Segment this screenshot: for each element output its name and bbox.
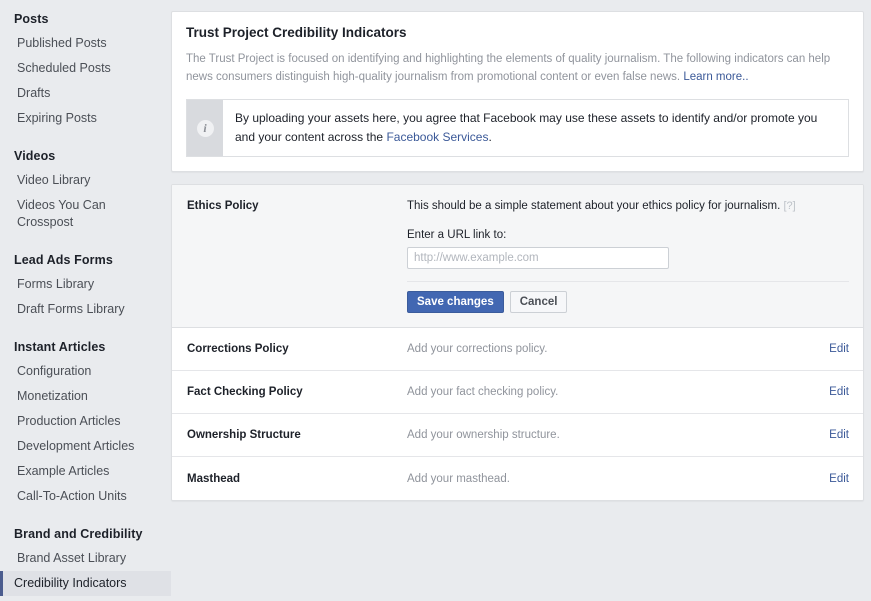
sidebar-item-published-posts[interactable]: Published Posts [0, 31, 171, 56]
row-label: Ownership Structure [187, 429, 301, 441]
save-changes-button[interactable]: Save changes [407, 291, 504, 313]
sidebar-item-production-articles[interactable]: Production Articles [0, 409, 171, 434]
sidebar-item-call-to-action-units[interactable]: Call-To-Action Units [0, 484, 171, 509]
main-content: Trust Project Credibility Indicators The… [171, 0, 871, 601]
sidebar-item-monetization[interactable]: Monetization [0, 384, 171, 409]
sidebar-item-forms-library[interactable]: Forms Library [0, 272, 171, 297]
sidebar-item-configuration[interactable]: Configuration [0, 359, 171, 384]
notice-text-before: By uploading your assets here, you agree… [235, 111, 818, 144]
ethics-policy-body: This should be a simple statement about … [407, 199, 849, 313]
intro-card: Trust Project Credibility Indicators The… [171, 11, 864, 172]
nav-group: Lead Ads Forms Forms Library Draft Forms L… [0, 249, 171, 322]
form-actions: Save changes Cancel [407, 291, 849, 313]
sidebar: Posts Published Posts Scheduled Posts Draft… [0, 0, 171, 601]
indicator-rows: Corrections Policy Add your corrections p… [172, 328, 863, 500]
nav-group-header: Brand and Credibility [14, 527, 143, 541]
page-title: Trust Project Credibility Indicators [186, 25, 407, 40]
edit-link[interactable]: Edit [829, 343, 849, 355]
sidebar-item-video-library[interactable]: Video Library [0, 168, 171, 193]
edit-link[interactable]: Edit [829, 386, 849, 398]
ethics-policy-label: Ethics Policy [187, 200, 259, 212]
nav-group: Instant Articles Configuration Monetizatio… [0, 336, 171, 509]
row-description: Add your corrections policy. [407, 343, 548, 355]
ethics-policy-description: This should be a simple statement about … [407, 199, 849, 214]
row-label: Fact Checking Policy [187, 386, 303, 398]
page-root: Posts Published Posts Scheduled Posts Draft… [0, 0, 871, 601]
url-input[interactable] [407, 247, 669, 269]
sidebar-item-credibility-indicators[interactable]: Credibility Indicators [0, 571, 171, 596]
edit-link[interactable]: Edit [829, 429, 849, 441]
row-description: Add your fact checking policy. [407, 386, 559, 398]
nav-group: Brand and Credibility Brand Asset Library… [0, 523, 171, 596]
nav-group-header: Videos [14, 149, 56, 163]
help-icon[interactable]: [?] [784, 200, 796, 212]
notice-text-after: . [488, 130, 492, 144]
ethics-policy-description-text: This should be a simple statement about … [407, 200, 781, 212]
sidebar-item-videos-you-can-crosspost[interactable]: Videos You Can Crosspost [0, 193, 171, 235]
table-row: Masthead Add your masthead. Edit [172, 457, 863, 500]
nav-group-header: Instant Articles [14, 340, 106, 354]
table-row: Fact Checking Policy Add your fact checki… [172, 371, 863, 414]
upload-notice-banner: i By uploading your assets here, you agr… [186, 99, 849, 157]
upload-notice-text: By uploading your assets here, you agree… [223, 100, 848, 156]
edit-link[interactable]: Edit [829, 473, 849, 485]
table-row: Corrections Policy Add your corrections p… [172, 328, 863, 371]
sidebar-item-example-articles[interactable]: Example Articles [0, 459, 171, 484]
nav-group: Posts Published Posts Scheduled Posts Draft… [0, 8, 171, 131]
info-icon-strip: i [187, 100, 223, 156]
info-icon: i [196, 119, 214, 137]
table-row: Ownership Structure Add your ownership st… [172, 414, 863, 457]
row-label: Corrections Policy [187, 343, 289, 355]
sidebar-item-drafts[interactable]: Drafts [0, 81, 171, 106]
url-field-label: Enter a URL link to: [407, 229, 507, 241]
sidebar-item-draft-forms-library[interactable]: Draft Forms Library [0, 297, 171, 322]
sidebar-item-brand-asset-library[interactable]: Brand Asset Library [0, 546, 171, 571]
learn-more-link[interactable]: Learn more.. [683, 71, 748, 83]
intro-description: The Trust Project is focused on identify… [186, 50, 849, 86]
indicators-card: Ethics Policy This should be a simple st… [171, 184, 864, 501]
row-label: Masthead [187, 472, 241, 485]
cancel-button[interactable]: Cancel [509, 291, 568, 313]
nav-group-header: Posts [14, 12, 49, 26]
sidebar-item-expiring-posts[interactable]: Expiring Posts [0, 106, 171, 131]
sidebar-item-development-articles[interactable]: Development Articles [0, 434, 171, 459]
row-description: Add your ownership structure. [407, 429, 560, 441]
divider [407, 281, 849, 282]
row-description: Add your masthead. [407, 472, 510, 485]
facebook-services-link[interactable]: Facebook Services [386, 130, 488, 144]
nav-group: Videos Video Library Videos You Can Crossp… [0, 145, 171, 235]
nav-group-header: Lead Ads Forms [14, 253, 113, 267]
ethics-policy-section: Ethics Policy This should be a simple st… [172, 185, 863, 328]
sidebar-item-scheduled-posts[interactable]: Scheduled Posts [0, 56, 171, 81]
card-spacer [171, 172, 864, 184]
